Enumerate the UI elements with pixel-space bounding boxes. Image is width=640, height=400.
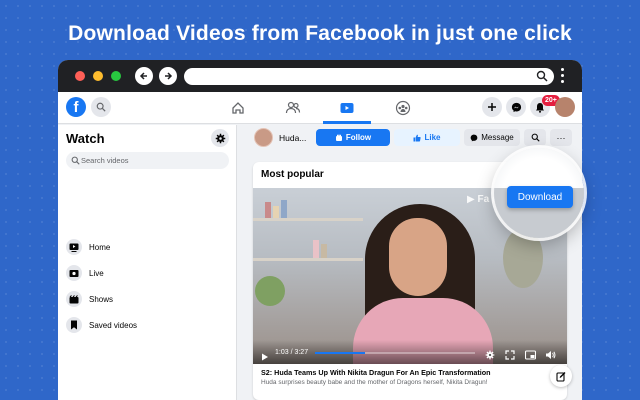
page-avatar[interactable] (254, 128, 273, 147)
friends-icon (285, 101, 301, 114)
video-description: Huda surprises beauty babe and the mothe… (261, 379, 488, 386)
search-icon (536, 70, 548, 82)
live-icon (66, 265, 82, 281)
nav-friends-tab[interactable] (284, 99, 302, 117)
video-controls: 1:03 / 3:27 (253, 340, 567, 364)
plus-icon (488, 103, 496, 111)
shows-icon (66, 291, 82, 307)
background-plant (255, 276, 285, 306)
messenger-icon (470, 134, 478, 142)
video-progress-fill (315, 352, 365, 354)
minimize-window-button[interactable] (93, 71, 103, 81)
background-book (265, 202, 271, 218)
sidebar-item-label: Shows (89, 294, 114, 304)
forward-button[interactable] (159, 67, 177, 85)
sidebar-item-label: Saved videos (89, 320, 138, 330)
back-button[interactable] (135, 67, 153, 85)
search-icon (96, 102, 106, 112)
edit-icon (555, 371, 565, 382)
volume-icon (546, 351, 556, 359)
nav-groups-tab[interactable] (394, 99, 412, 117)
background-shelf (253, 258, 363, 261)
new-message-button[interactable] (550, 365, 572, 387)
more-options-button[interactable]: ··· (550, 129, 572, 146)
sidebar-item-saved-videos[interactable]: Saved videos (66, 316, 137, 334)
page-header-bar: Huda... Follow Like Message ··· (238, 125, 582, 151)
nav-home-tab[interactable] (229, 99, 247, 117)
card-title: Most popular (261, 169, 324, 180)
follow-icon (335, 134, 343, 142)
facebook-search-button[interactable] (91, 97, 111, 117)
sidebar-item-live[interactable]: Live (66, 264, 104, 282)
background-shelf (253, 218, 363, 221)
nav-watch-tab[interactable] (338, 99, 356, 117)
active-tab-indicator (323, 121, 371, 124)
follow-label: Follow (345, 133, 372, 142)
gear-icon (215, 133, 225, 143)
video-progress-bar[interactable] (315, 352, 475, 354)
background-book (273, 206, 279, 218)
watch-sidebar: Watch Search videos Home Live Shows Save… (58, 125, 237, 400)
page-search-button[interactable] (524, 129, 546, 146)
message-button[interactable]: Message (464, 129, 520, 146)
create-button[interactable] (482, 97, 502, 117)
thumbs-up-icon (413, 134, 422, 142)
picture-in-picture-button[interactable] (524, 347, 537, 364)
maximize-window-button[interactable] (111, 71, 121, 81)
gear-icon (485, 350, 495, 360)
sidebar-item-label: Live (89, 268, 104, 278)
messenger-icon (511, 102, 521, 112)
volume-button[interactable] (545, 347, 556, 364)
search-icon (531, 133, 540, 142)
watermark-play-icon: ▶ (467, 194, 475, 205)
play-icon (262, 353, 268, 361)
arrow-left-icon (139, 72, 147, 80)
messenger-button[interactable] (506, 97, 526, 117)
address-bar[interactable] (184, 68, 554, 85)
like-button[interactable]: Like (394, 129, 460, 146)
video-settings-button[interactable] (485, 347, 495, 364)
follow-button[interactable]: Follow (316, 129, 390, 146)
facebook-logo[interactable]: f (66, 97, 86, 117)
headline: Download Videos from Facebook in just on… (68, 22, 572, 45)
account-avatar[interactable] (555, 97, 575, 117)
background-book (313, 240, 319, 258)
presenter-face (389, 218, 447, 296)
sidebar-item-shows[interactable]: Shows (66, 290, 113, 308)
close-window-button[interactable] (75, 71, 85, 81)
picture-in-picture-icon (524, 350, 537, 360)
download-button[interactable]: Download (507, 186, 573, 208)
background-book (281, 200, 287, 218)
home-icon (232, 102, 244, 114)
groups-icon (395, 100, 411, 116)
facebook-topbar: f 20+ (58, 92, 582, 124)
like-label: Like (424, 133, 441, 142)
sidebar-title: Watch (66, 131, 105, 146)
browser-chrome (58, 60, 582, 92)
message-label: Message (481, 133, 514, 142)
browser-menu-icon[interactable] (560, 68, 566, 86)
sidebar-item-home[interactable]: Home (66, 238, 110, 256)
expand-icon (505, 350, 515, 360)
background-book (321, 244, 327, 258)
bookmark-icon (66, 317, 82, 333)
search-icon (71, 156, 80, 165)
arrow-right-icon (165, 72, 173, 80)
video-timecode: 1:03 / 3:27 (275, 349, 309, 356)
watch-icon (340, 103, 354, 113)
play-button[interactable] (261, 348, 269, 364)
sidebar-item-label: Home (89, 242, 111, 252)
tv-icon (66, 239, 82, 255)
search-videos-input[interactable]: Search videos (66, 152, 229, 169)
watch-settings-button[interactable] (211, 129, 229, 147)
page-name[interactable]: Huda... (279, 133, 306, 143)
video-title[interactable]: S2: Huda Teams Up With Nikita Dragun For… (261, 368, 561, 377)
search-videos-placeholder: Search videos (81, 156, 129, 165)
fullscreen-button[interactable] (505, 347, 515, 364)
